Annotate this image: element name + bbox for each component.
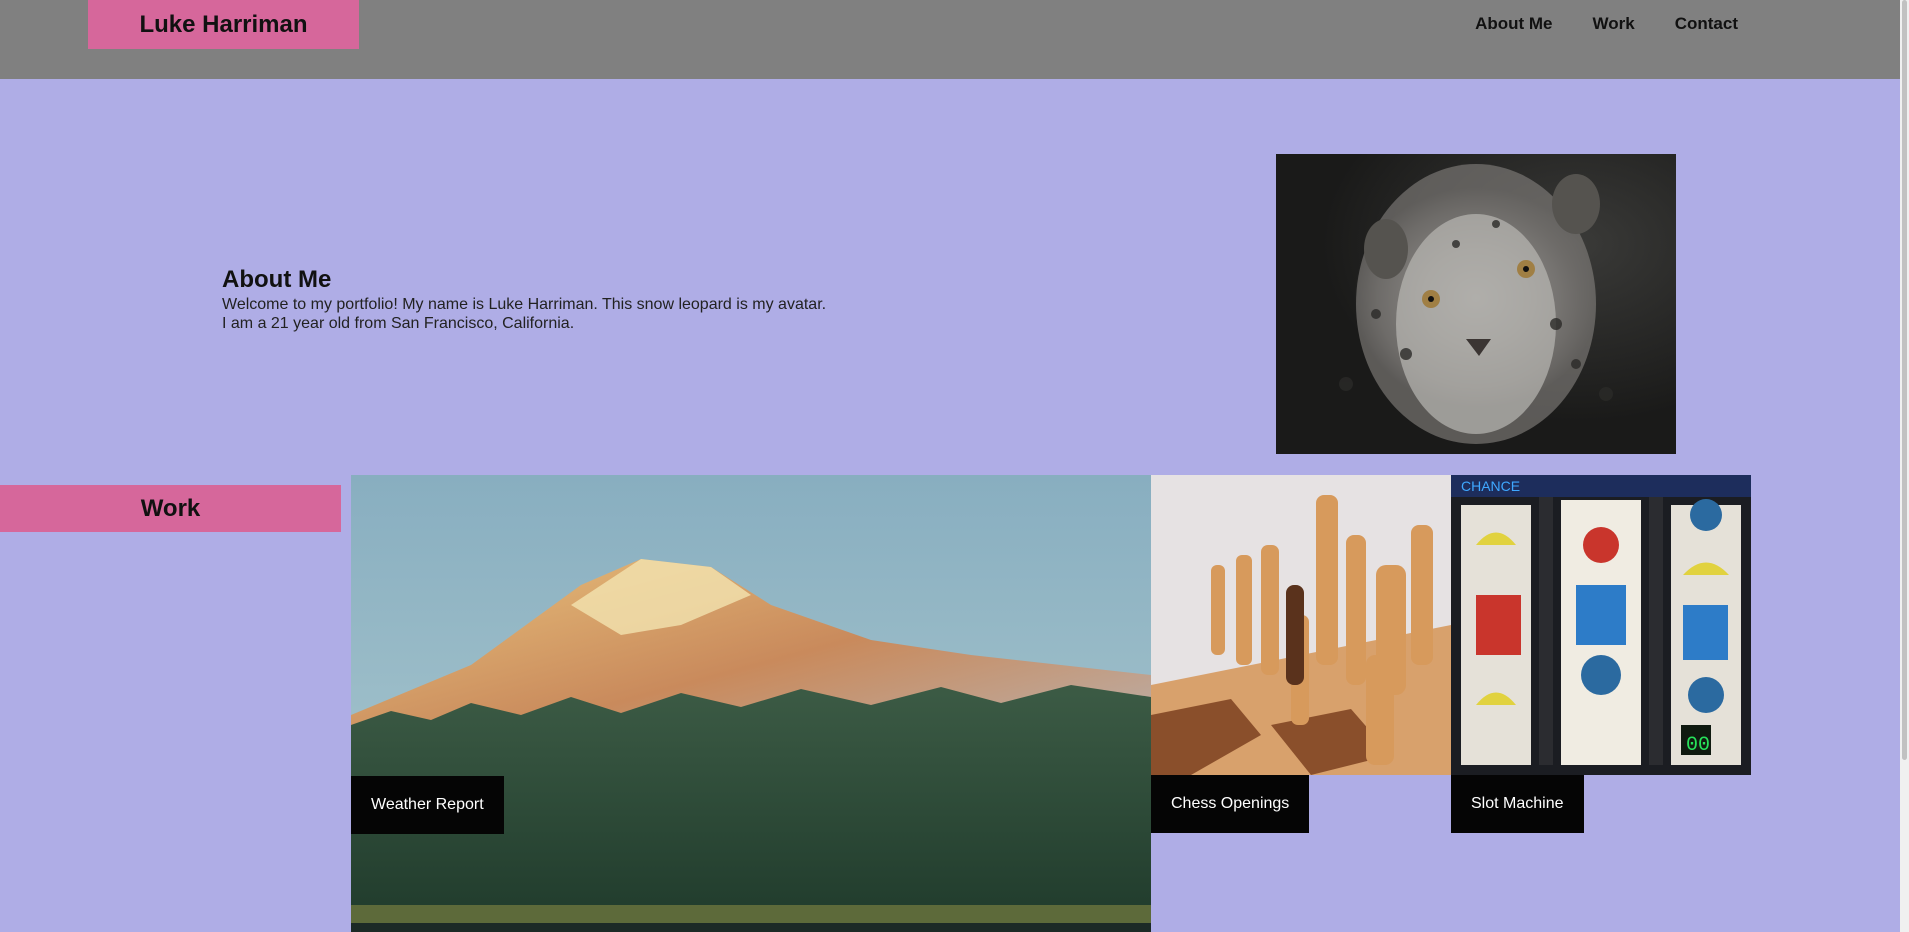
slot-machine-image: CHANCE 00	[1451, 475, 1751, 775]
project-card-weather-report[interactable]: Weather Report	[351, 475, 1151, 932]
nav-work[interactable]: Work	[1593, 14, 1635, 34]
project-caption-weather-report[interactable]: Weather Report	[351, 776, 504, 834]
project-card-slot-machine[interactable]: CHANCE 00 Slot Machine	[1451, 475, 1751, 833]
brand-logo[interactable]: Luke Harriman	[88, 0, 359, 49]
about-line-2: I am a 21 year old from San Francisco, C…	[222, 315, 575, 332]
about-line-1: Welcome to my portfolio! My name is Luke…	[222, 296, 827, 313]
svg-text:00: 00	[1686, 734, 1710, 757]
scrollbar-thumb[interactable]	[1902, 0, 1907, 760]
main-nav: About Me Work Contact	[1475, 14, 1738, 34]
project-caption-chess-openings[interactable]: Chess Openings	[1151, 775, 1310, 833]
project-caption-slot-machine[interactable]: Slot Machine	[1451, 775, 1584, 833]
nav-contact[interactable]: Contact	[1675, 14, 1738, 34]
vertical-scrollbar[interactable]	[1900, 0, 1909, 932]
page: Luke Harriman About Me Work Contact Abou…	[0, 0, 1900, 932]
mountain-forest-image	[351, 475, 1151, 932]
chess-pieces-image	[1151, 475, 1451, 775]
work-section-label: Work	[0, 485, 341, 532]
nav-about-me[interactable]: About Me	[1475, 14, 1552, 34]
about-section: About Me Welcome to my portfolio! My nam…	[222, 265, 922, 333]
site-header: Luke Harriman About Me Work Contact	[0, 0, 1900, 79]
project-card-chess-openings[interactable]: Chess Openings	[1151, 475, 1451, 833]
about-title: About Me	[222, 266, 332, 293]
snow-leopard-avatar-image	[1276, 154, 1676, 454]
svg-text:CHANCE: CHANCE	[1461, 478, 1520, 494]
